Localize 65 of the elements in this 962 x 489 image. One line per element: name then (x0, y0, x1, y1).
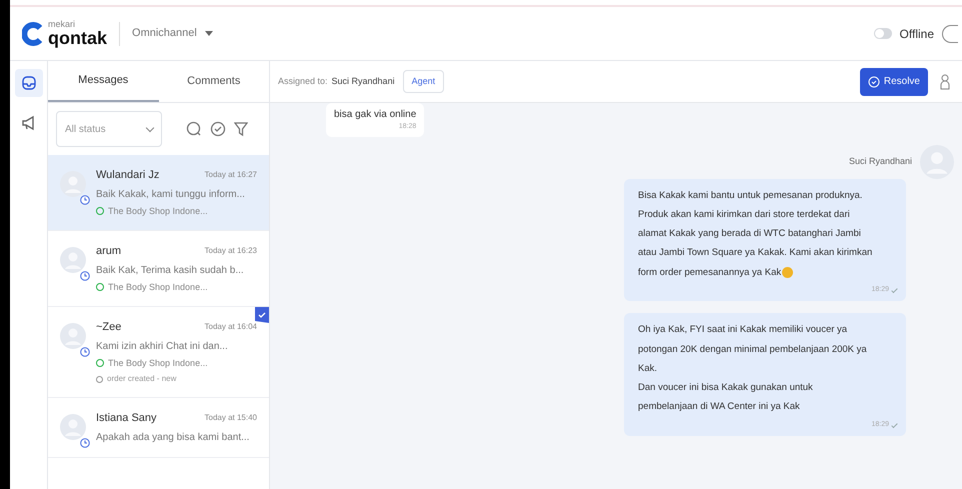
avatar-icon (60, 171, 86, 197)
brand-name: qontak (48, 29, 108, 47)
contact-name: ~Zee (96, 320, 122, 335)
clock-icon (80, 271, 90, 281)
message-text: form order pemesanannya ya Kak (638, 266, 782, 280)
message-text: Kak. (638, 362, 658, 376)
caret-icon (204, 31, 213, 36)
conversation-time: Today at 16:27 (204, 169, 257, 182)
channel-name: The Body Shop Indone... (108, 356, 208, 370)
message-preview: Apakah ada yang bisa kami bant... (96, 430, 250, 444)
message-text: Produk akan kami kirimkan dari store terdekat dari (638, 208, 850, 222)
message-text: atau Jambi Town Square ya Kakak. Kami akan kirimkan (638, 246, 872, 260)
status-label: Offline (900, 26, 934, 42)
panel-tab[interactable]: Comments (158, 61, 269, 102)
status-toggle[interactable] (874, 28, 892, 39)
message-text: potongan 20K dengan minimal pembelanjaan 200K ya (638, 342, 867, 356)
message-preview: Baik Kak, Terima kasih sudah b... (96, 264, 245, 278)
message-text: alamat Kakak yang berada di WTC batanghari Jambi (638, 227, 861, 241)
channel-name: The Body Shop Indone... (108, 280, 208, 294)
sent-check-icon (891, 422, 898, 428)
message-text: Oh iya Kak, FYI saat ini Kakak memiliki voucer ya (638, 323, 848, 338)
clock-icon (80, 438, 90, 448)
sent-check-icon (891, 286, 898, 294)
whatsapp-icon (96, 283, 104, 292)
message-text: Dan voucer ini bisa Kakak gunakan untuk (638, 381, 813, 395)
clock-icon (80, 347, 90, 357)
conversation-time: Today at 15:40 (204, 412, 257, 424)
megaphone-icon (20, 115, 36, 131)
role-badge: Agent (402, 70, 444, 94)
check-circle-icon (868, 76, 880, 88)
conversation-item[interactable]: Wulandari Jz Today at 16:27 Baik Kakak, kami tunggu inform... The Body Shop Indone... (48, 155, 269, 231)
inbox-nav[interactable] (14, 69, 42, 97)
contact-name: Istiana Sany (96, 411, 157, 426)
contact-name: arum (96, 244, 122, 259)
resolve-button[interactable]: Resolve (860, 68, 928, 96)
assigned-label: Assigned to: (278, 74, 328, 88)
check-circle-icon[interactable] (210, 121, 226, 137)
panel-tab[interactable]: Messages (48, 61, 158, 102)
inbox-icon (20, 75, 36, 91)
whatsapp-icon (96, 207, 104, 216)
conversation-item[interactable]: ~Zee Today at 16:04 Kami izin akhiri Chat ini dan... The Body Shop Indone... order created - new (48, 307, 269, 398)
clock-icon (80, 195, 90, 205)
contact-name: Wulandari Jz (96, 168, 160, 183)
conversation-time: Today at 16:04 (204, 321, 257, 334)
message-preview: Baik Kakak, kami tunggu inform... (96, 188, 246, 202)
search-icon[interactable] (186, 121, 202, 137)
channel-name: The Body Shop Indone... (108, 204, 208, 218)
message-text: bisa gak via online (334, 108, 416, 122)
whatsapp-icon (96, 359, 104, 368)
message-text: pembelanjaan di WA Center ini ya Kak (638, 400, 800, 414)
person-icon[interactable] (940, 74, 950, 90)
avatar-icon (60, 247, 86, 273)
avatar-icon (60, 323, 86, 349)
workspace-dropdown[interactable]: Omnichannel (132, 25, 213, 42)
message-text: Bisa Kakak kami bantu untuk pemesanan produknya. (638, 188, 862, 202)
avatar-icon (60, 414, 86, 440)
conversation-time: Today at 16:23 (204, 245, 257, 258)
tag-icon (96, 376, 103, 382)
filter-icon[interactable] (234, 121, 248, 137)
assignee-name: Suci Ryandhani (332, 74, 395, 88)
brand-tagline: mekari (48, 20, 76, 29)
sender-name: Suci Ryandhani (848, 154, 912, 168)
message-preview: Kami izin akhiri Chat ini dan... (96, 340, 229, 354)
logo-icon (22, 22, 44, 46)
conversation-tag: order created - new (107, 373, 176, 385)
